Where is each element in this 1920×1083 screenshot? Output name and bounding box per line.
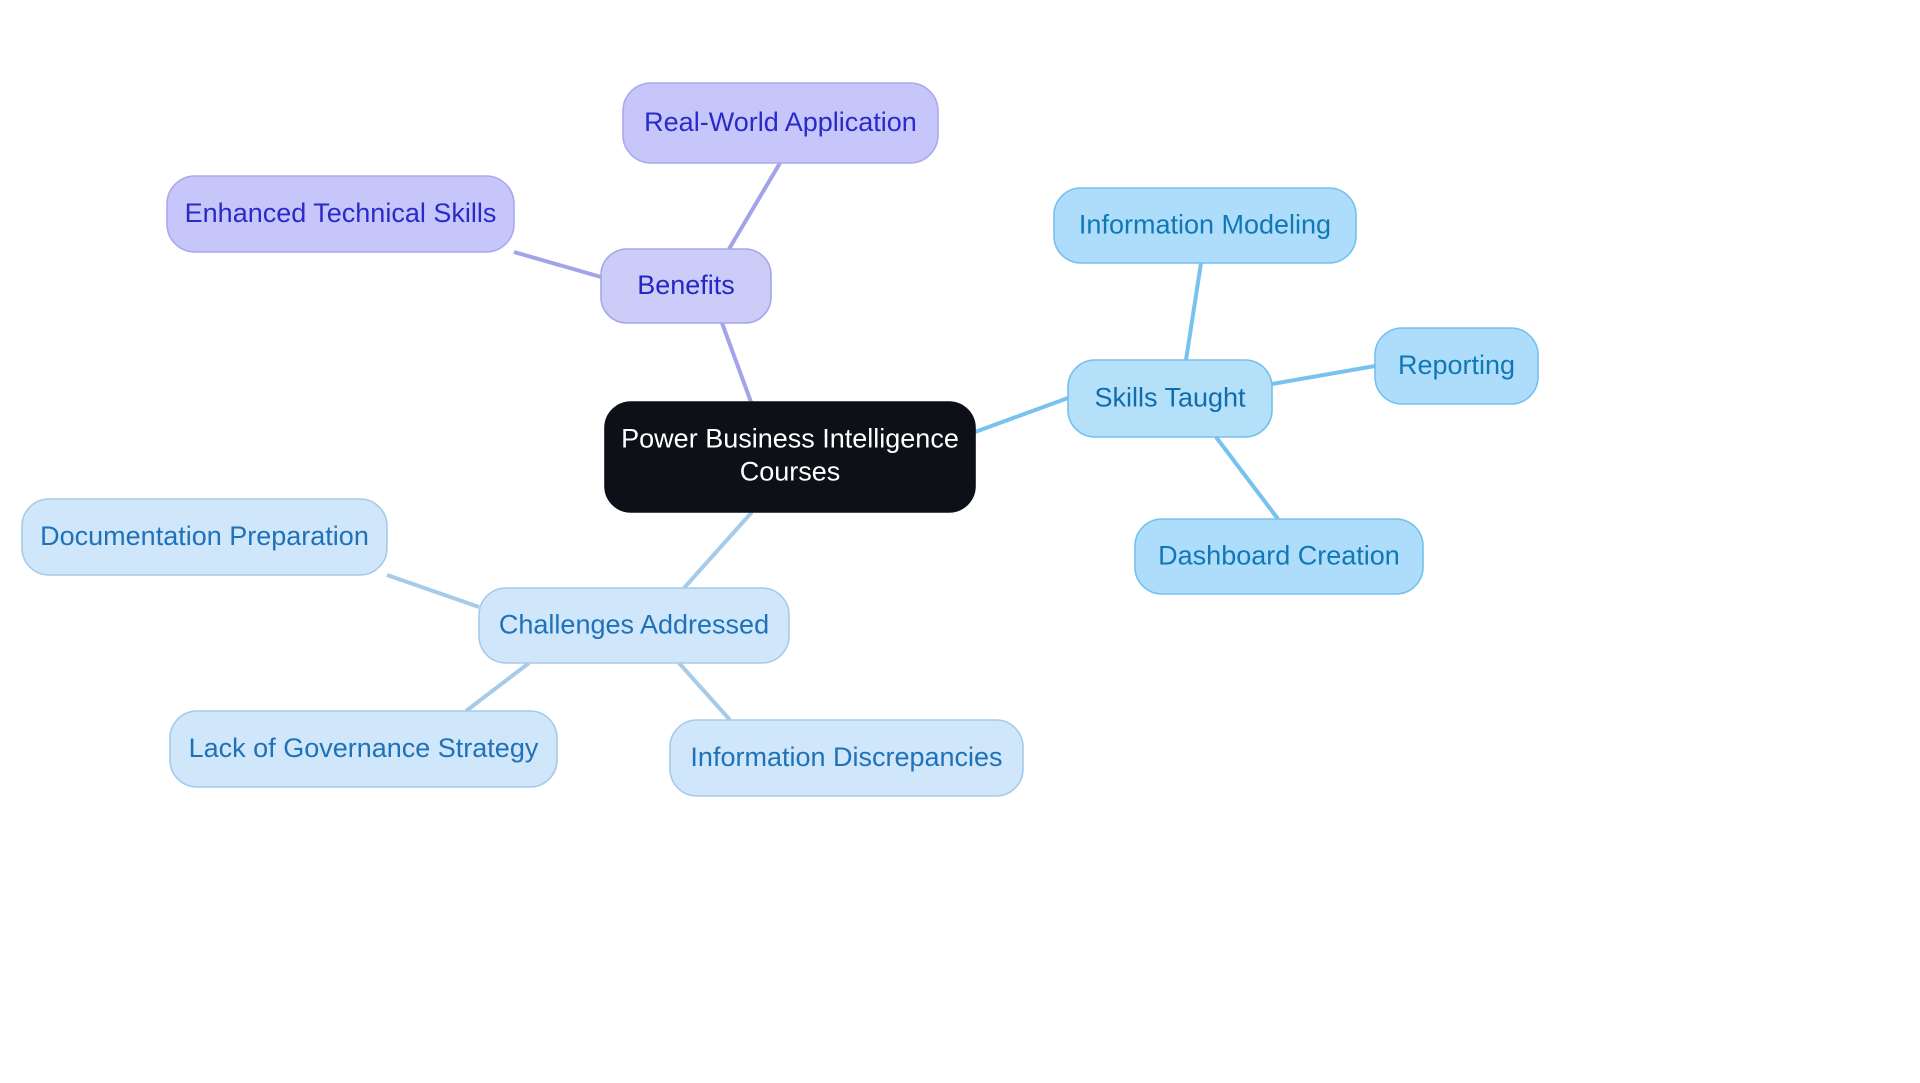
leaf-node-information-modeling-label: Information Modeling [1079,210,1331,240]
leaf-node-dashboard-creation-label: Dashboard Creation [1158,541,1400,571]
leaf-node-dashboard-creation[interactable]: Dashboard Creation [1134,518,1424,595]
leaf-node-reporting[interactable]: Reporting [1374,327,1539,405]
branch-node-challenges-addressed[interactable]: Challenges Addressed [478,587,790,664]
leaf-node-documentation-preparation-label: Documentation Preparation [40,521,369,551]
mindmap-canvas: Power Business Intelligence Courses Benefi… [0,0,1920,1083]
leaf-node-documentation-preparation[interactable]: Documentation Preparation [21,498,388,576]
branch-node-skills-taught-label: Skills Taught [1094,383,1246,413]
root-node[interactable]: Power Business Intelligence Courses [604,401,976,513]
mindmap-svg: Power Business Intelligence Courses Benefi… [21,82,1539,797]
leaf-node-lack-of-governance-strategy-label: Lack of Governance Strategy [189,733,539,763]
branch-node-benefits-label: Benefits [637,270,735,300]
branch-node-skills-taught[interactable]: Skills Taught [1067,359,1273,438]
leaf-node-lack-of-governance-strategy[interactable]: Lack of Governance Strategy [169,710,558,788]
edge-challenges-documentation [386,573,480,609]
branch-node-challenges-addressed-label: Challenges Addressed [499,610,769,640]
edge-benefits-realworld [727,161,782,251]
leaf-node-enhanced-technical-skills-label: Enhanced Technical Skills [185,198,497,228]
leaf-node-information-discrepancies[interactable]: Information Discrepancies [669,719,1024,797]
edge-skills-dashboard [1214,435,1280,521]
leaf-node-real-world-application[interactable]: Real-World Application [622,82,939,164]
leaf-node-reporting-label: Reporting [1398,350,1515,380]
edge-challenges-discrepancies [677,661,732,722]
edge-root-benefits [720,322,753,403]
leaf-node-information-modeling[interactable]: Information Modeling [1053,187,1357,264]
edge-skills-infomodeling [1184,262,1203,361]
edge-root-skills [974,396,1069,434]
leaf-node-information-discrepancies-label: Information Discrepancies [690,742,1002,772]
edge-benefits-enhanced [513,250,602,279]
leaf-node-real-world-application-label: Real-World Application [644,107,917,137]
branch-node-benefits[interactable]: Benefits [600,248,772,324]
nodes-layer: Power Business Intelligence Courses Benefi… [21,82,1539,797]
edge-skills-reporting [1271,364,1376,386]
edge-challenges-governance [464,661,531,713]
leaf-node-enhanced-technical-skills[interactable]: Enhanced Technical Skills [166,175,515,253]
edge-root-challenges [682,510,754,590]
